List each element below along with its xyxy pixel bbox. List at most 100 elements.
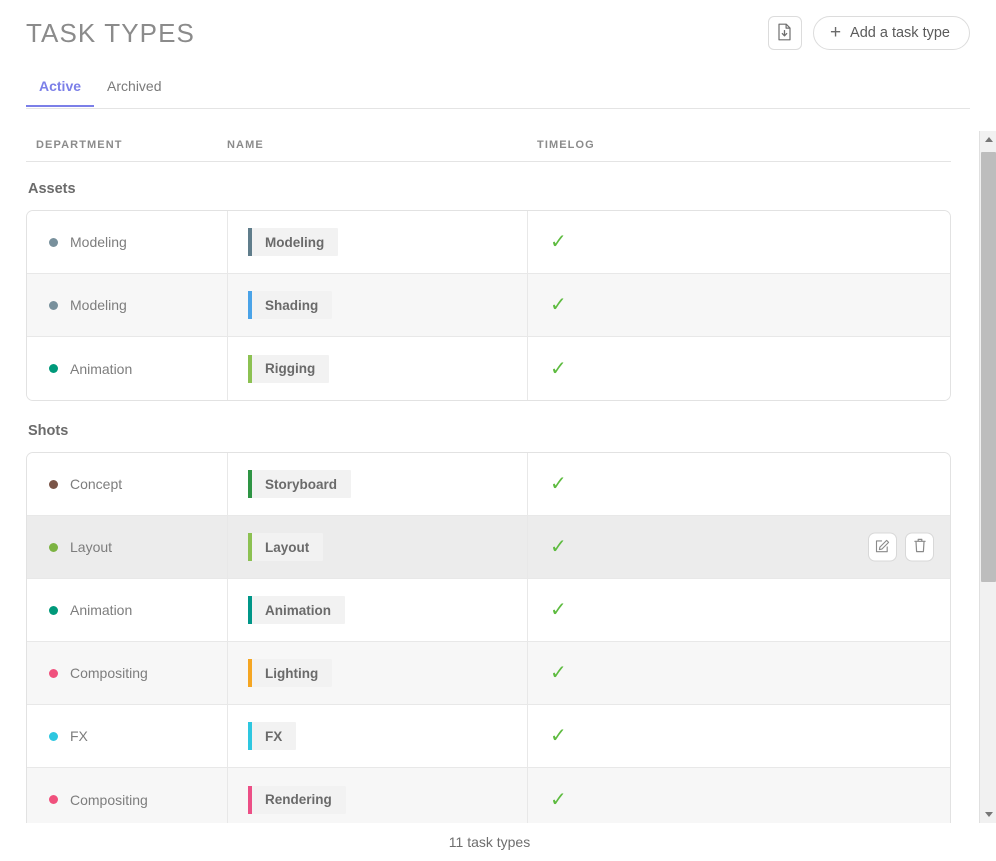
- task-type-tag: Rigging: [248, 354, 330, 383]
- department-label: Animation: [70, 360, 133, 377]
- export-button[interactable]: [767, 16, 802, 50]
- department-color-dot: [49, 542, 58, 552]
- cell-department: Concept: [27, 453, 228, 515]
- department-color-dot: [49, 300, 58, 310]
- table-row[interactable]: FX FX ✓: [27, 705, 950, 768]
- cell-name: Modeling: [228, 211, 528, 273]
- scroll-down-button[interactable]: [980, 806, 996, 823]
- table-row[interactable]: Layout Layout ✓: [27, 516, 950, 579]
- vertical-scrollbar[interactable]: [979, 131, 996, 823]
- timelog-check-icon: ✓: [550, 725, 567, 747]
- table-row[interactable]: Animation Animation ✓: [27, 579, 950, 642]
- department-color-dot: [49, 479, 58, 489]
- department-label: Animation: [70, 602, 133, 618]
- table-row[interactable]: Compositing Rendering ✓: [27, 768, 950, 823]
- plus-icon: +: [829, 21, 842, 43]
- row-actions: [868, 532, 934, 562]
- group-title: Shots: [28, 423, 69, 439]
- group-title: Assets: [28, 181, 76, 197]
- delete-row-button[interactable]: [905, 532, 934, 562]
- timelog-check-icon: ✓: [550, 294, 567, 316]
- cell-department: Animation: [27, 579, 228, 641]
- task-type-groups: Assets Modeling Modeling ✓ Modeling Shading ✓ A…: [0, 163, 951, 823]
- department-label: Modeling: [70, 297, 127, 313]
- timelog-check-icon: ✓: [550, 536, 567, 558]
- department-label: Layout: [70, 539, 113, 555]
- cell-name: Animation: [228, 579, 528, 641]
- chevron-up-icon: [984, 137, 993, 142]
- tab-active[interactable]: Active: [26, 78, 95, 106]
- department-color-dot: [49, 237, 58, 247]
- task-type-name: Storyboard: [265, 476, 338, 492]
- cell-department: FX: [27, 705, 228, 767]
- task-type-name: Lighting: [265, 665, 319, 681]
- department-color-dot: [49, 731, 58, 741]
- table-row[interactable]: Animation Rigging ✓: [27, 337, 950, 400]
- cell-timelog: ✓: [528, 705, 950, 767]
- cell-timelog: ✓: [528, 579, 950, 641]
- cell-department: Animation: [27, 337, 228, 400]
- timelog-check-icon: ✓: [550, 231, 567, 253]
- department-color-dot: [49, 668, 58, 678]
- task-type-count: 11 task types: [448, 834, 531, 850]
- cell-department: Modeling: [27, 274, 228, 336]
- scrollbar-thumb[interactable]: [981, 152, 996, 582]
- task-type-tag: Lighting: [248, 659, 333, 687]
- footer: 11 task types: [0, 823, 979, 861]
- department-label: Compositing: [70, 665, 148, 681]
- task-type-tag: Shading: [248, 291, 333, 319]
- timelog-check-icon: ✓: [550, 473, 567, 495]
- task-type-table: Modeling Modeling ✓ Modeling Shading ✓ Animati…: [26, 210, 951, 401]
- table-header-row: DEPARTMENT NAME TIMELOG: [26, 130, 951, 162]
- tab-archived[interactable]: Archived: [94, 78, 174, 106]
- task-types-page: TASK TYPES + Add a task type Active Arch…: [0, 0, 996, 861]
- add-task-type-button[interactable]: + Add a task type: [812, 16, 970, 50]
- column-header-department[interactable]: DEPARTMENT: [26, 130, 227, 151]
- task-type-tag: Animation: [248, 596, 345, 624]
- cell-name: Layout: [228, 516, 528, 578]
- task-type-list-scroll-area[interactable]: Assets Modeling Modeling ✓ Modeling Shading ✓ A…: [0, 163, 996, 823]
- cell-department: Compositing: [27, 768, 228, 823]
- cell-department: Layout: [27, 516, 228, 578]
- page-header: TASK TYPES + Add a task type: [0, 0, 996, 66]
- task-type-name: Layout: [265, 539, 310, 555]
- task-type-name: Modeling: [265, 234, 325, 250]
- task-type-tag: Storyboard: [248, 470, 352, 498]
- edit-icon: [875, 538, 890, 556]
- task-type-tag: FX: [248, 722, 297, 750]
- task-type-name: Shading: [265, 297, 319, 313]
- add-task-type-label: Add a task type: [850, 25, 950, 41]
- timelog-check-icon: ✓: [550, 357, 567, 380]
- trash-icon: [913, 538, 927, 557]
- cell-timelog: ✓: [528, 274, 950, 336]
- scroll-up-button[interactable]: [980, 131, 996, 148]
- header-actions: + Add a task type: [767, 16, 970, 50]
- column-header-timelog[interactable]: TIMELOG: [537, 130, 951, 151]
- table-row[interactable]: Modeling Modeling ✓: [27, 211, 950, 274]
- column-header-name[interactable]: NAME: [227, 130, 537, 151]
- table-row[interactable]: Concept Storyboard ✓: [27, 453, 950, 516]
- edit-row-button[interactable]: [868, 532, 897, 562]
- cell-department: Compositing: [27, 642, 228, 704]
- table-row[interactable]: Modeling Shading ✓: [27, 274, 950, 337]
- department-label: Modeling: [70, 234, 127, 250]
- task-type-name: Rendering: [265, 792, 332, 807]
- cell-name: Rigging: [228, 337, 528, 400]
- task-type-tag: Modeling: [248, 228, 339, 256]
- chevron-down-icon: [984, 812, 993, 817]
- timelog-check-icon: ✓: [550, 662, 567, 684]
- cell-name: Lighting: [228, 642, 528, 704]
- department-color-dot: [49, 795, 58, 804]
- department-label: Compositing: [70, 791, 148, 808]
- department-label: Concept: [70, 476, 123, 492]
- department-color-dot: [49, 364, 58, 373]
- cell-timelog: ✓: [528, 453, 950, 515]
- task-type-tag: Layout: [248, 533, 324, 561]
- table-row[interactable]: Compositing Lighting ✓: [27, 642, 950, 705]
- cell-name: FX: [228, 705, 528, 767]
- task-type-name: Rigging: [265, 361, 316, 376]
- file-download-icon: [776, 23, 793, 44]
- task-type-name: FX: [265, 728, 283, 744]
- cell-timelog: ✓: [528, 642, 950, 704]
- task-type-name: Animation: [265, 602, 331, 618]
